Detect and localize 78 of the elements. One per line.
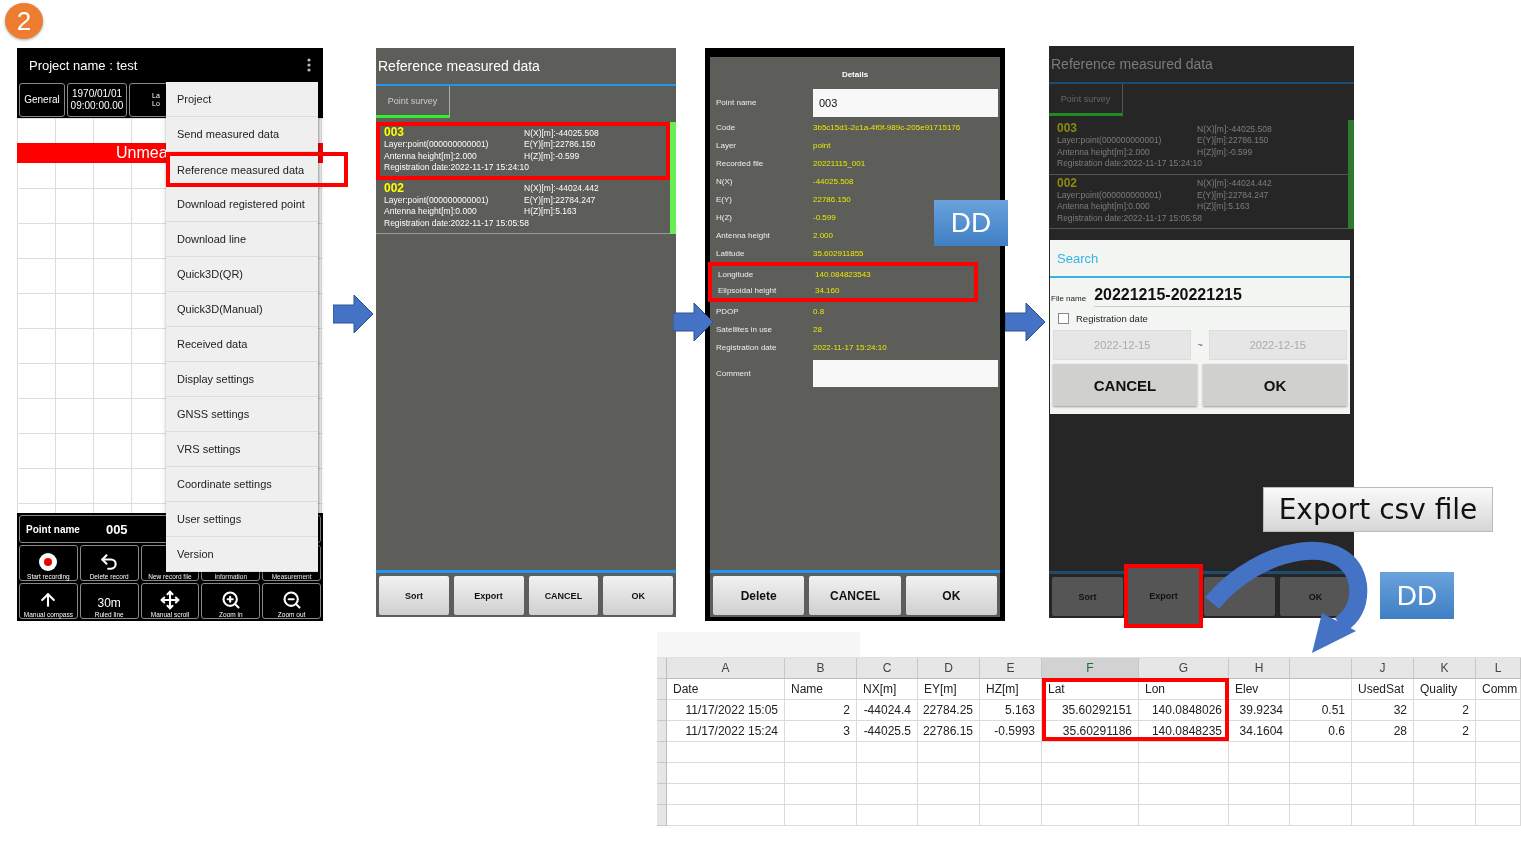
field-value: 0.8 (813, 306, 825, 316)
screen-title: Reference measured data (1049, 46, 1354, 84)
table-cell: -44024.4 (857, 700, 918, 721)
table-cell: 34.1604 (1229, 721, 1290, 742)
table-cell: 140.0848026 (1139, 700, 1229, 721)
field-label: Registration date (716, 342, 777, 352)
table-cell: 32 (1352, 700, 1414, 721)
header-cell: Elev (1229, 679, 1290, 700)
field-label: Point name (716, 98, 757, 107)
distance-text: 30m (97, 596, 121, 610)
field-label: E(Y) (716, 194, 732, 204)
table-cell: -44025.5 (857, 721, 918, 742)
header-cell: NX[m] (857, 679, 918, 700)
field-value: 22786.150 (813, 194, 851, 204)
checkbox-label: Registration date (1076, 313, 1148, 324)
field-value: 2022-11-17 15:24:10 (813, 342, 887, 352)
field-value: -44025.508 (813, 176, 854, 186)
field-value: 3b5c15d1-2c1a-4f0f-989c-205e91715176 (813, 122, 961, 132)
header-cell: Comm (1476, 679, 1521, 700)
range-separator: ~ (1197, 340, 1203, 350)
table-cell: 11/17/2022 15:05 (667, 700, 785, 721)
point-name-value: 005 (105, 521, 128, 537)
header-cell: Date (667, 679, 785, 700)
field-value: 28 (813, 324, 822, 334)
field-label: PDOP (716, 306, 739, 316)
table-cell: 22786.15 (918, 721, 980, 742)
status-cell: General (19, 83, 65, 117)
callout-label: Export csv file (1263, 487, 1493, 532)
table-cell: -0.5993 (980, 721, 1042, 742)
table-cell: 3 (785, 721, 857, 742)
project-title: Project name : test (29, 57, 138, 73)
field-value: point (813, 140, 831, 150)
field-label: N(X) (716, 176, 733, 186)
field-value: 2.000 (813, 230, 834, 240)
header-cell: EY[m] (918, 679, 980, 700)
header-cell: Name (785, 679, 857, 700)
table-cell: 140.0848235 (1139, 721, 1229, 742)
table-cell: 5.163 (980, 700, 1042, 721)
header-cell: Quality (1414, 679, 1476, 700)
table-cell: 2 (1414, 721, 1476, 742)
field-label: File name (1051, 294, 1087, 305)
field-value: 35.602911855 (813, 248, 864, 258)
table-cell: 35.60291186 (1042, 721, 1139, 742)
table-cell: 11/17/2022 15:24 (667, 721, 785, 742)
field-value: -0.599 (813, 212, 836, 222)
field-label: Antenna height (716, 230, 770, 240)
header-cell: Lon (1139, 679, 1229, 700)
point-name-label: Point name (26, 523, 80, 535)
field-value: 140.084823543 (815, 269, 871, 279)
field-label: Latitude (716, 248, 745, 258)
dialog-title: Details (840, 70, 870, 79)
dialog-title: Search (1050, 240, 1350, 278)
field-label: H(Z) (716, 212, 732, 222)
callout-label: DD (1380, 572, 1454, 619)
table-cell: 0.6 (1290, 721, 1352, 742)
screen-title: Reference measured data (376, 48, 676, 86)
step-badge: 2 (5, 3, 43, 39)
header-cell: Lat (1042, 679, 1139, 700)
field-label: Layer (716, 140, 736, 150)
table-cell: 35.60292151 (1042, 700, 1139, 721)
field-label: Longitude (718, 269, 754, 279)
field-value: 34.160 (815, 285, 840, 295)
table-cell: 2 (785, 700, 857, 721)
field-value: 20221115_001 (813, 158, 866, 168)
callout-label: DD (934, 200, 1008, 246)
table-cell: 0.51 (1290, 700, 1352, 721)
table-cell: 2 (1414, 700, 1476, 721)
table-cell: 39.9234 (1229, 700, 1290, 721)
field-label: Elipsoidal height (718, 285, 777, 295)
field-label: Comment (716, 368, 751, 378)
table-cell: 28 (1352, 721, 1414, 742)
header-cell: HZ[m] (980, 679, 1042, 700)
field-label: Recorded file (716, 158, 764, 168)
field-label: Code (716, 122, 736, 132)
table-cell: 22784.25 (918, 700, 980, 721)
header-cell: UsedSat (1352, 679, 1414, 700)
field-label: Satellites in use (716, 324, 773, 334)
status-cell: 1970/01/01 09:00:00.00 (67, 83, 127, 117)
